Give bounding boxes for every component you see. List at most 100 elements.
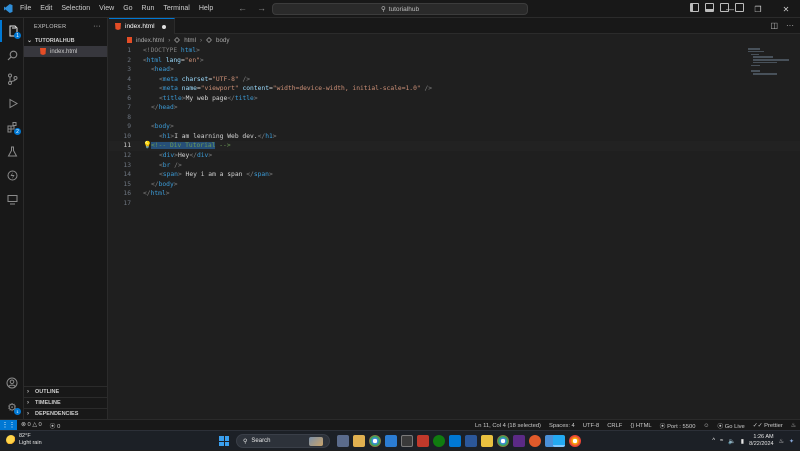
go-live-button[interactable]: ⦿ Go Live (713, 421, 748, 430)
terminal-icon[interactable] (401, 435, 413, 447)
source-control-icon[interactable] (0, 68, 24, 90)
store-icon[interactable] (385, 435, 397, 447)
search-icon[interactable] (0, 44, 24, 66)
live-server-icon[interactable] (0, 164, 24, 186)
code-token: "UTF-8" (212, 75, 239, 83)
remote-icon[interactable]: ⋮⋮ (0, 419, 17, 431)
outlook-icon[interactable] (449, 435, 461, 447)
battery-icon[interactable]: ▮ (741, 438, 744, 445)
menu-run[interactable]: Run (138, 5, 160, 12)
chrome-profile-icon[interactable] (497, 435, 509, 447)
menu-go[interactable]: Go (119, 5, 137, 12)
word-icon[interactable] (465, 435, 477, 447)
minimize-icon[interactable]: — (716, 0, 744, 18)
app-red-icon[interactable] (417, 435, 429, 447)
command-center-search[interactable]: ⚲ tutorialhub (272, 3, 528, 15)
task-view-icon[interactable] (337, 435, 349, 447)
code-token: </ (143, 190, 151, 198)
tray-overflow-chevron-icon[interactable]: ^ (712, 438, 715, 444)
problems-indicator[interactable]: ⊗ 0 △ 0 (17, 422, 46, 428)
folder-tutorialhub[interactable]: ⌄ TUTORIALHUB (24, 35, 107, 46)
close-icon[interactable]: ✕ (772, 0, 800, 18)
arrow-right-icon[interactable]: → (257, 3, 266, 13)
code-line: 10 <h1>I am learning Web dev.</h1> (109, 132, 800, 142)
file-index-html[interactable]: index.html (24, 46, 107, 57)
accounts-icon[interactable] (0, 372, 24, 394)
copilot-tray-icon[interactable]: ✦ (789, 438, 794, 445)
xbox-icon[interactable] (433, 435, 445, 447)
unsaved-dot-icon[interactable] (161, 24, 166, 29)
code-line: 5 <meta name="viewport" content="width=de… (109, 84, 800, 94)
line-number: 13 (123, 161, 131, 169)
arrow-left-icon[interactable]: ← (238, 3, 247, 13)
code-token: > (173, 180, 178, 188)
minimap[interactable] (748, 48, 789, 78)
clock[interactable]: 1:26 AM 8/22/2024 (749, 434, 773, 448)
clock-date: 8/22/2024 (749, 441, 774, 447)
code-editor[interactable]: 1 <!DOCTYPE html> 2 <html lang="en"> 3 <hea… (109, 46, 800, 208)
toggle-panel-icon[interactable] (705, 3, 714, 12)
toggle-sidebar-icon[interactable] (690, 3, 699, 12)
wifi-icon[interactable]: ≈ (720, 438, 723, 444)
indentation[interactable]: Spaces: 4 (545, 423, 579, 429)
vscode-taskbar-icon[interactable] (553, 435, 565, 447)
run-debug-icon[interactable] (0, 92, 24, 114)
end-of-line[interactable]: CRLF (603, 423, 626, 429)
code-line: 7 </head> (109, 103, 800, 113)
split-editor-icon[interactable]: ◫ (770, 21, 778, 30)
breadcrumb-html[interactable]: html (184, 37, 196, 44)
clock-time: 1:26 AM (753, 434, 774, 440)
symbol-element-icon (174, 37, 181, 43)
section-outline-label: OUTLINE (35, 389, 60, 395)
menu-terminal[interactable]: Terminal (159, 5, 194, 12)
chrome-icon[interactable] (369, 435, 381, 447)
notification-bell-icon[interactable]: ♨ (779, 438, 784, 445)
sticky-notes-icon[interactable] (481, 435, 493, 447)
encoding[interactable]: UTF-8 (579, 423, 603, 429)
menu-edit[interactable]: Edit (36, 5, 57, 12)
app-purple-icon[interactable] (513, 435, 525, 447)
copilot-icon[interactable]: ☺ (699, 423, 713, 429)
breadcrumb-file[interactable]: index.html (136, 37, 164, 44)
weather-widget[interactable]: 82°F Light rain (6, 433, 42, 446)
manage-gear-icon[interactable]: ⚙ 1 (0, 396, 24, 418)
file-explorer-icon[interactable] (353, 435, 365, 447)
chevron-right-icon: › (199, 36, 203, 44)
ports-indicator[interactable]: ⦿ 0 (46, 421, 65, 430)
windows-start-icon[interactable] (219, 436, 229, 446)
menu-help[interactable]: Help (195, 5, 218, 12)
more-actions-icon[interactable]: ··· (93, 23, 101, 30)
tab-index-html[interactable]: index.html (109, 18, 175, 34)
code-token: html (150, 190, 166, 198)
explorer-icon[interactable]: 1 (0, 20, 24, 42)
code-line: 2 <html lang="en"> (109, 56, 800, 66)
extensions-icon[interactable]: 2 (0, 116, 24, 138)
code-token: head (154, 66, 170, 74)
title-bar: File Edit Selection View Go Run Terminal… (0, 0, 800, 18)
prettier-status[interactable]: ✓✓ Prettier (749, 423, 787, 429)
remote-explorer-icon[interactable] (0, 188, 24, 210)
code-token: charset (181, 75, 209, 83)
brave-icon[interactable] (529, 435, 541, 447)
menu-file[interactable]: File (16, 5, 36, 12)
language-mode[interactable]: {} HTML (626, 423, 655, 429)
maximize-icon[interactable]: ❐ (744, 0, 772, 18)
section-timeline[interactable]: › TIMELINE (24, 397, 108, 408)
menu-view[interactable]: View (95, 5, 119, 12)
section-dependencies[interactable]: › DEPENDENCIES (24, 408, 108, 419)
taskbar-search[interactable]: ⚲ Search (236, 434, 330, 448)
line-number: 9 (127, 123, 131, 131)
chrome-canary-icon[interactable] (569, 435, 581, 447)
section-outline[interactable]: › OUTLINE (24, 386, 108, 397)
live-server-port[interactable]: ⦿ Port : 5500 (656, 421, 700, 430)
volume-icon[interactable]: 🔈 (728, 438, 735, 445)
breadcrumb-body[interactable]: body (216, 37, 229, 44)
more-actions-icon[interactable]: ··· (786, 21, 794, 30)
code-token: div (162, 152, 175, 160)
notifications-bell-icon[interactable]: ♨ (787, 423, 800, 429)
menu-selection[interactable]: Selection (57, 5, 95, 12)
code-token: > (196, 47, 200, 54)
code-token: title (234, 94, 254, 102)
testing-icon[interactable] (0, 140, 24, 162)
cursor-position[interactable]: Ln 11, Col 4 (18 selected) (471, 423, 545, 429)
